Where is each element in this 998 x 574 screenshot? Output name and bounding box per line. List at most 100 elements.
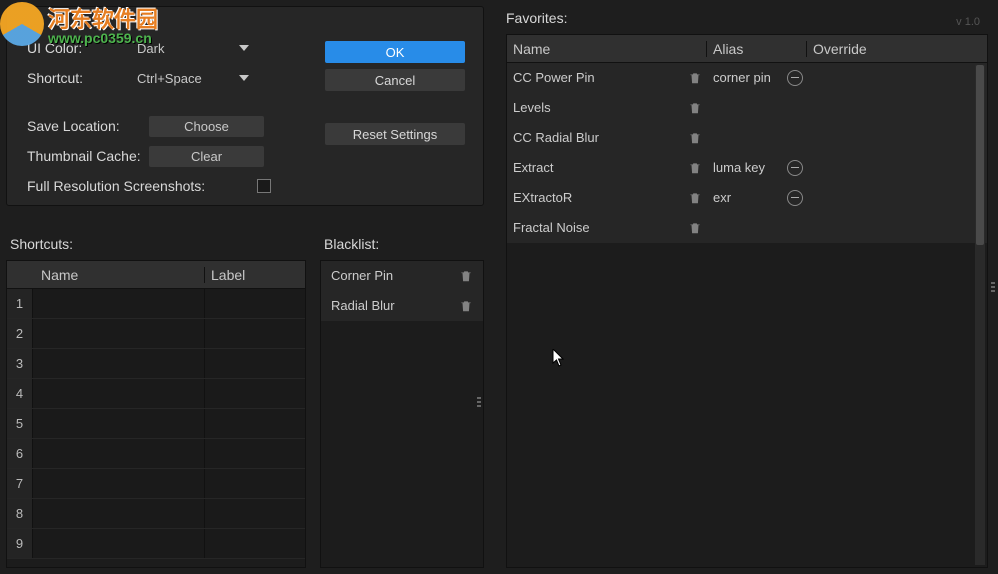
- favorite-alias[interactable]: exr: [707, 190, 783, 205]
- trash-icon[interactable]: [688, 101, 702, 115]
- thumbnail-cache-label: Thumbnail Cache:: [27, 148, 149, 164]
- favorite-name: Levels: [507, 100, 683, 115]
- shortcut-row-label[interactable]: [205, 499, 305, 528]
- shortcut-row-name[interactable]: [33, 469, 205, 498]
- shortcut-row-name[interactable]: [33, 349, 205, 378]
- shortcut-row-num: 2: [7, 319, 33, 348]
- cancel-button[interactable]: Cancel: [325, 69, 465, 91]
- shortcut-row-name[interactable]: [33, 529, 205, 558]
- shortcuts-title: Shortcuts:: [10, 236, 306, 252]
- shortcut-row[interactable]: 6: [7, 439, 305, 469]
- favorites-header-name[interactable]: Name: [507, 41, 707, 57]
- favorite-alias[interactable]: luma key: [707, 160, 783, 175]
- favorites-title: Favorites:: [506, 10, 988, 26]
- shortcut-row[interactable]: 4: [7, 379, 305, 409]
- chevron-down-icon: [239, 75, 249, 81]
- ui-color-label: UI Color:: [27, 40, 127, 56]
- shortcut-row-name[interactable]: [33, 439, 205, 468]
- full-res-checkbox[interactable]: [257, 179, 271, 193]
- trash-icon[interactable]: [459, 299, 473, 313]
- panel-resize-handle[interactable]: [988, 272, 998, 302]
- chevron-down-icon: [239, 45, 249, 51]
- shortcuts-body: 123456789: [6, 288, 306, 568]
- shortcuts-header: Name Label: [6, 260, 306, 288]
- settings-panel: UI Color: Dark Shortcut: Ctrl+Space Save…: [6, 6, 484, 206]
- shortcut-value: Ctrl+Space: [137, 71, 202, 86]
- trash-icon[interactable]: [688, 161, 702, 175]
- favorites-header: Name Alias Override: [506, 34, 988, 62]
- favorite-row[interactable]: CC Power Pin corner pin: [507, 63, 987, 93]
- favorites-body: CC Power Pin corner pin Levels CC Radial Bl…: [506, 62, 988, 568]
- blacklist-row[interactable]: Corner Pin: [321, 261, 483, 291]
- shortcut-row-num: 3: [7, 349, 33, 378]
- shortcut-row-num: 1: [7, 289, 33, 318]
- shortcut-label: Shortcut:: [27, 70, 127, 86]
- shortcut-row-label[interactable]: [205, 409, 305, 438]
- shortcut-row-label[interactable]: [205, 349, 305, 378]
- shortcut-row[interactable]: 8: [7, 499, 305, 529]
- shortcut-row-num: 7: [7, 469, 33, 498]
- shortcut-row-label[interactable]: [205, 439, 305, 468]
- shortcut-row-num: 5: [7, 409, 33, 438]
- remove-alias-icon[interactable]: [787, 160, 803, 176]
- shortcut-row-num: 6: [7, 439, 33, 468]
- trash-icon[interactable]: [688, 71, 702, 85]
- shortcut-row-num: 9: [7, 529, 33, 558]
- favorite-row[interactable]: Extract luma key: [507, 153, 987, 183]
- favorite-name: Extract: [507, 160, 683, 175]
- ok-button[interactable]: OK: [325, 41, 465, 63]
- shortcut-row-label[interactable]: [205, 469, 305, 498]
- blacklist-item-name: Radial Blur: [331, 298, 459, 313]
- shortcut-row[interactable]: 5: [7, 409, 305, 439]
- favorite-alias[interactable]: corner pin: [707, 70, 783, 85]
- trash-icon[interactable]: [688, 191, 702, 205]
- shortcuts-header-name[interactable]: Name: [35, 267, 205, 283]
- shortcut-row-label[interactable]: [205, 529, 305, 558]
- scrollbar-thumb[interactable]: [976, 65, 984, 245]
- remove-alias-icon[interactable]: [787, 70, 803, 86]
- shortcut-row-name[interactable]: [33, 319, 205, 348]
- ui-color-dropdown[interactable]: Dark: [127, 38, 257, 58]
- favorite-name: Fractal Noise: [507, 220, 683, 235]
- shortcut-row-label[interactable]: [205, 379, 305, 408]
- trash-icon[interactable]: [688, 221, 702, 235]
- blacklist-item-name: Corner Pin: [331, 268, 459, 283]
- remove-alias-icon[interactable]: [787, 190, 803, 206]
- shortcut-row[interactable]: 1: [7, 289, 305, 319]
- version-label: v 1.0: [956, 16, 980, 28]
- shortcut-row[interactable]: 7: [7, 469, 305, 499]
- shortcut-row[interactable]: 9: [7, 529, 305, 559]
- favorite-row[interactable]: EXtractoR exr: [507, 183, 987, 213]
- shortcut-row-name[interactable]: [33, 409, 205, 438]
- shortcut-row-name[interactable]: [33, 379, 205, 408]
- shortcut-row-num: 4: [7, 379, 33, 408]
- panel-resize-handle[interactable]: [474, 387, 484, 417]
- favorite-name: EXtractoR: [507, 190, 683, 205]
- favorites-header-alias[interactable]: Alias: [707, 41, 807, 57]
- choose-button[interactable]: Choose: [149, 116, 264, 137]
- shortcut-row-label[interactable]: [205, 289, 305, 318]
- shortcut-row[interactable]: 3: [7, 349, 305, 379]
- shortcut-row[interactable]: 2: [7, 319, 305, 349]
- favorites-header-override[interactable]: Override: [807, 41, 987, 57]
- ui-color-value: Dark: [137, 41, 164, 56]
- favorite-name: CC Power Pin: [507, 70, 683, 85]
- favorite-name: CC Radial Blur: [507, 130, 683, 145]
- blacklist-body: Corner Pin Radial Blur: [320, 260, 484, 568]
- clear-button[interactable]: Clear: [149, 146, 264, 167]
- shortcuts-header-label[interactable]: Label: [205, 267, 305, 283]
- shortcut-dropdown[interactable]: Ctrl+Space: [127, 68, 257, 88]
- blacklist-title: Blacklist:: [324, 236, 484, 252]
- full-res-label: Full Resolution Screenshots:: [27, 178, 257, 194]
- blacklist-row[interactable]: Radial Blur: [321, 291, 483, 321]
- shortcut-row-label[interactable]: [205, 319, 305, 348]
- favorite-row[interactable]: Fractal Noise: [507, 213, 987, 243]
- trash-icon[interactable]: [688, 131, 702, 145]
- favorite-row[interactable]: CC Radial Blur: [507, 123, 987, 153]
- shortcut-row-name[interactable]: [33, 499, 205, 528]
- favorite-row[interactable]: Levels: [507, 93, 987, 123]
- shortcut-row-name[interactable]: [33, 289, 205, 318]
- shortcut-row-num: 8: [7, 499, 33, 528]
- trash-icon[interactable]: [459, 269, 473, 283]
- reset-settings-button[interactable]: Reset Settings: [325, 123, 465, 145]
